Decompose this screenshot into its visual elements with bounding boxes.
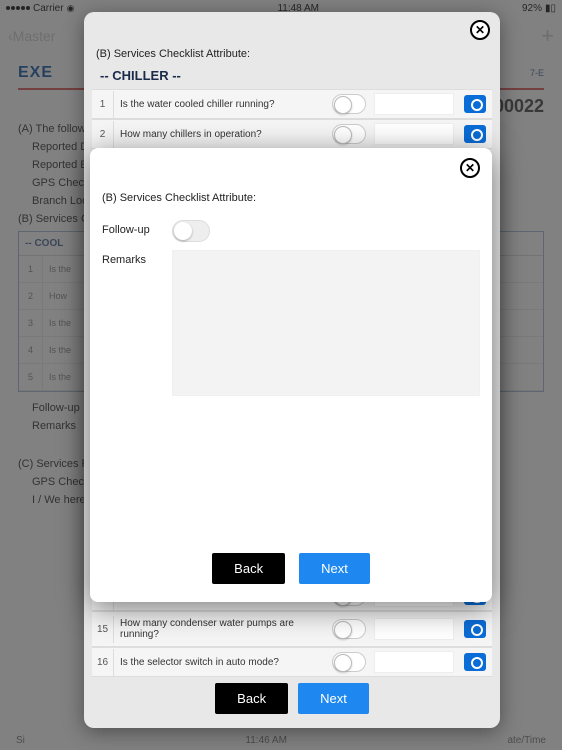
- inner-modal: ✕ (B) Services Checklist Attribute: Foll…: [90, 148, 492, 602]
- row-number: 16: [92, 649, 114, 676]
- followup-label: Follow-up: [102, 220, 172, 236]
- row-toggle[interactable]: [332, 619, 366, 639]
- camera-icon[interactable]: [464, 620, 486, 638]
- row-toggle[interactable]: [332, 652, 366, 672]
- next-button[interactable]: Next: [298, 683, 369, 714]
- inner-modal-title: (B) Services Checklist Attribute:: [102, 192, 480, 204]
- row-number: 15: [92, 616, 114, 643]
- camera-icon[interactable]: [464, 125, 486, 143]
- checklist-row: 16 Is the selector switch in auto mode?: [92, 647, 492, 677]
- remarks-label: Remarks: [102, 250, 172, 266]
- row-answer-field[interactable]: [374, 93, 454, 115]
- camera-icon[interactable]: [464, 95, 486, 113]
- row-question: Is the water cooled chiller running?: [114, 93, 328, 116]
- next-button[interactable]: Next: [299, 553, 370, 584]
- row-answer-field[interactable]: [374, 618, 454, 640]
- checklist-group-header: -- CHILLER --: [100, 68, 492, 83]
- row-number: 2: [92, 121, 114, 148]
- back-button[interactable]: Back: [215, 683, 288, 714]
- close-icon[interactable]: ✕: [470, 20, 490, 40]
- outer-modal-title: (B) Services Checklist Attribute:: [96, 48, 492, 60]
- back-button[interactable]: Back: [212, 553, 285, 584]
- checklist-row: 1 Is the water cooled chiller running?: [92, 89, 492, 119]
- row-question: How many condenser water pumps are runni…: [114, 612, 328, 646]
- row-question: Is the selector switch in auto mode?: [114, 651, 328, 674]
- checklist-row: 2 How many chillers in operation?: [92, 119, 492, 149]
- close-icon[interactable]: ✕: [460, 158, 480, 178]
- followup-toggle[interactable]: [172, 220, 210, 242]
- row-toggle[interactable]: [332, 124, 366, 144]
- row-toggle[interactable]: [332, 94, 366, 114]
- row-question: How many chillers in operation?: [114, 123, 328, 146]
- row-answer-field[interactable]: [374, 123, 454, 145]
- remarks-input[interactable]: [172, 250, 480, 396]
- row-number: 1: [92, 91, 114, 118]
- camera-icon[interactable]: [464, 653, 486, 671]
- row-answer-field[interactable]: [374, 651, 454, 673]
- checklist-row: 15 How many condenser water pumps are ru…: [92, 611, 492, 647]
